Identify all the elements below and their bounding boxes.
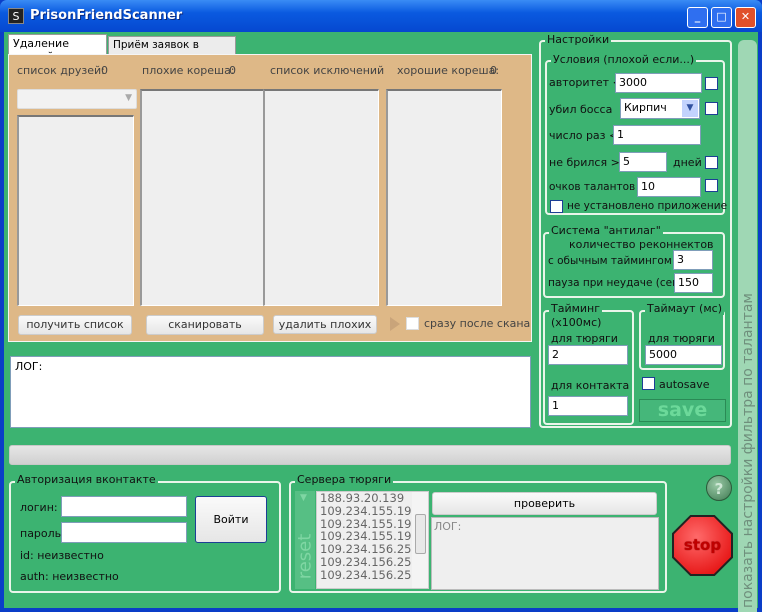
stop-icon: stop [674, 517, 731, 574]
conditions-title: Условия (плохой если...) [551, 53, 697, 66]
after-scan-checkbox[interactable] [406, 317, 419, 330]
scan-button[interactable]: сканировать [146, 315, 264, 335]
good-friends-listbox[interactable] [386, 89, 502, 306]
arrow-right-icon [390, 317, 400, 331]
server-list-scrollbar[interactable] [412, 492, 428, 588]
log-textarea[interactable]: ЛОГ: [10, 356, 531, 428]
user-id-text: id: неизвестно [20, 549, 104, 562]
timeout-title: Таймаут (мс) [645, 302, 724, 315]
days-label: дней [673, 156, 702, 169]
auth-title: Авторизация вконтакте [15, 473, 158, 486]
talents-checkbox[interactable] [705, 179, 718, 192]
good-count: 0 [490, 64, 497, 77]
autosave-label: autosave [659, 378, 710, 391]
minimize-button[interactable]: _ [687, 7, 708, 28]
chevron-down-icon: ▼ [682, 100, 698, 117]
close-button[interactable]: ✕ [735, 7, 756, 28]
check-servers-button[interactable]: проверить [432, 492, 657, 515]
server-listbox[interactable]: 188.93.20.139 109.234.155.196 109.234.155.… [316, 491, 429, 589]
shave-checkbox[interactable] [705, 156, 718, 169]
no-app-label: не установлено приложение [567, 200, 728, 212]
timeout-prison-label: для тюряги [648, 332, 715, 345]
login-label: логин: [20, 501, 58, 514]
server-list-item[interactable]: 109.234.156.251 [320, 556, 425, 569]
friends-listbox[interactable] [17, 115, 134, 306]
boss-checkbox[interactable] [705, 102, 718, 115]
reset-label: reset [294, 533, 316, 580]
window-title: PrisonFriendScanner [30, 8, 183, 23]
title-bar: S PrisonFriendScanner _ □ ✕ [0, 0, 762, 32]
friends-list-label: список друзей: [17, 64, 105, 77]
pause-input[interactable]: 150 [674, 273, 713, 293]
tab-remove-friends[interactable]: Удаление друзей [8, 34, 107, 63]
timing-title: Тайминг [549, 302, 603, 315]
pause-label: пауза при неудаче (сек.) [548, 277, 686, 289]
login-button[interactable]: Войти [195, 496, 267, 543]
talents-label: очков талантов < [549, 181, 648, 193]
talent-filter-toggle[interactable]: показать настройки фильтра по талантам [738, 40, 757, 612]
boss-select[interactable]: Кирпич ▼ [620, 98, 700, 119]
scrollbar-thumb[interactable] [415, 514, 426, 554]
chevron-down-icon: ▼ [125, 93, 132, 103]
exceptions-label: список исключений [270, 64, 385, 77]
timing-contact-input[interactable]: 1 [548, 396, 628, 416]
delete-bad-button[interactable]: удалить плохих [273, 315, 377, 334]
login-input[interactable] [61, 496, 187, 517]
tab-accept-requests[interactable]: Приём заявок в друзья [108, 36, 236, 63]
get-list-button[interactable]: получить список [18, 315, 132, 335]
no-app-checkbox[interactable] [550, 200, 563, 213]
log-text: ЛОГ: [15, 360, 43, 373]
authority-label: авторитет < [549, 76, 622, 89]
maximize-button[interactable]: □ [711, 7, 732, 28]
stop-button[interactable]: stop [672, 515, 733, 576]
boss-value: Кирпич [624, 101, 667, 114]
friends-count: 0 [101, 64, 108, 77]
timing-unit: (x100мс) [551, 316, 602, 329]
server-list-item[interactable]: 109.234.155.196 [320, 504, 425, 518]
good-friends-label: хорошие кореша: [397, 64, 500, 77]
server-list-item[interactable]: 188.93.20.139 [320, 492, 425, 505]
normal-timing-label: с обычным таймингом [548, 255, 672, 267]
bad-friends-listbox[interactable] [140, 89, 265, 306]
progress-bar [9, 445, 731, 465]
autosave-checkbox[interactable] [642, 377, 655, 390]
shave-input[interactable]: 5 [619, 152, 667, 172]
exceptions-listbox[interactable] [263, 89, 379, 306]
after-scan-label: сразу после скана [424, 317, 531, 330]
talents-input[interactable]: 10 [637, 177, 701, 197]
times-input[interactable]: 1 [613, 125, 701, 145]
times-label: число раз < [549, 129, 619, 142]
reconnects-input[interactable]: 3 [673, 250, 713, 270]
timing-contact-label: для контакта [551, 379, 630, 392]
reset-button[interactable]: ▼ reset [295, 491, 316, 589]
shave-label: не брился >= [549, 156, 629, 169]
help-icon[interactable]: ? [706, 475, 732, 501]
servers-title: Сервера тюряги [295, 473, 394, 486]
servers-log-text: ЛОГ: [434, 520, 462, 533]
auth-status-text: auth: неизвестно [20, 570, 119, 583]
authority-checkbox[interactable] [705, 77, 718, 90]
password-input[interactable] [61, 522, 187, 543]
app-icon: S [8, 8, 24, 24]
timing-prison-input[interactable]: 2 [548, 345, 628, 365]
triangle-down-icon: ▼ [300, 493, 307, 503]
talent-filter-label: показать настройки фильтра по талантам [740, 293, 756, 608]
boss-label: убил босса [549, 103, 613, 116]
timing-prison-label: для тюряги [551, 332, 618, 345]
password-label: пароль: [20, 527, 65, 540]
bad-count: 0 [229, 64, 236, 77]
friends-filter-dropdown[interactable]: ▼ [17, 89, 137, 109]
server-list-item[interactable]: 109.234.156.252 [320, 568, 425, 582]
antilag-title: Система "антилаг" [549, 224, 663, 237]
timeout-prison-input[interactable]: 5000 [645, 345, 722, 365]
authority-input[interactable]: 3000 [615, 73, 702, 93]
save-button[interactable]: save [639, 399, 726, 422]
servers-log[interactable]: ЛОГ: [431, 517, 659, 590]
settings-title: Настройки [545, 33, 612, 46]
bad-friends-label: плохие кореша: [142, 64, 235, 77]
